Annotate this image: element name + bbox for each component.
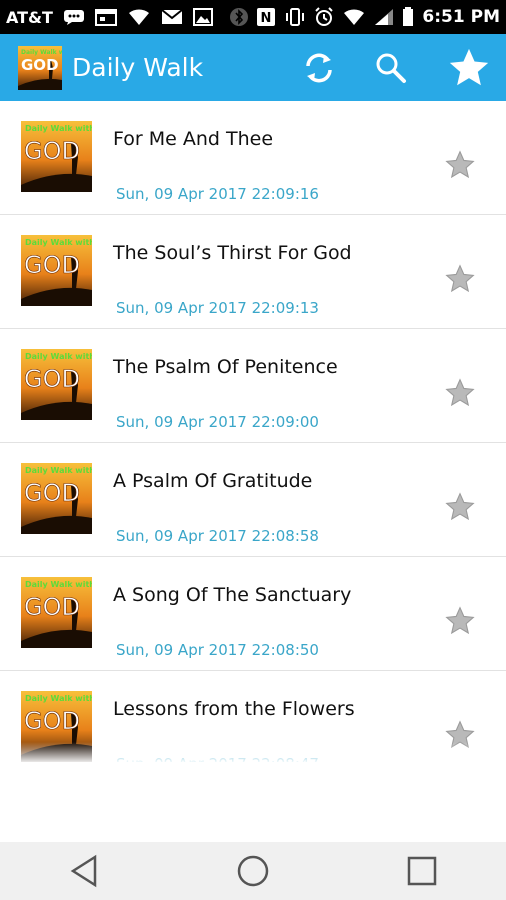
list-item[interactable]: Daily Walk with GOD The Soul’s Thirst Fo… (0, 215, 506, 329)
favorite-toggle[interactable] (444, 491, 476, 523)
refresh-button[interactable] (302, 51, 336, 85)
messages-icon (63, 9, 85, 25)
article-thumbnail: Daily Walk with GOD (21, 463, 92, 534)
app-bar: Daily Walk with GOD Daily Walk (0, 34, 506, 101)
search-button[interactable] (374, 51, 408, 85)
back-button[interactable] (54, 842, 114, 900)
list-item[interactable]: Daily Walk with GOD The Psalm Of Peniten… (0, 329, 506, 443)
star-icon (445, 264, 475, 293)
article-thumbnail: Daily Walk with GOD (21, 577, 92, 648)
svg-text:GOD: GOD (24, 707, 80, 735)
favorite-toggle[interactable] (444, 605, 476, 637)
recents-icon (407, 856, 436, 886)
carrier-label: AT&T (6, 7, 53, 27)
article-thumbnail: Daily Walk with GOD (21, 121, 92, 192)
vibrate-icon (284, 7, 306, 27)
favorite-toggle[interactable] (444, 377, 476, 409)
clock: 6:51 PM (422, 7, 500, 27)
svg-text:GOD: GOD (24, 593, 80, 621)
item-date: Sun, 09 Apr 2017 22:09:00 (116, 413, 319, 431)
wifi-icon (342, 8, 366, 26)
item-title: A Song Of The Sanctuary (113, 584, 352, 606)
svg-text:Daily Walk with: Daily Walk with (25, 580, 92, 589)
svg-text:Daily Walk with: Daily Walk with (25, 466, 92, 475)
bluetooth-icon (230, 7, 249, 27)
svg-text:Daily Walk with: Daily Walk with (25, 238, 92, 247)
svg-text:GOD: GOD (24, 137, 80, 165)
battery-icon (402, 7, 414, 27)
svg-text:Daily Walk with: Daily Walk with (25, 694, 92, 703)
article-list: Daily Walk with GOD For Me And Thee Sun,… (0, 101, 506, 762)
item-date: Sun, 09 Apr 2017 22:08:50 (116, 641, 319, 659)
navigation-bar (0, 842, 506, 900)
item-title: The Soul’s Thirst For God (113, 242, 352, 264)
favorite-toggle[interactable] (444, 149, 476, 181)
star-icon (445, 378, 475, 407)
signal-icon (374, 8, 394, 26)
svg-text:GOD: GOD (21, 56, 59, 74)
item-title: Lessons from the Flowers (113, 698, 355, 720)
item-title: A Psalm Of Gratitude (113, 470, 313, 492)
nfc-icon: N (256, 7, 276, 27)
item-date: Sun, 09 Apr 2017 22:09:16 (116, 185, 319, 203)
article-thumbnail: Daily Walk with GOD (21, 235, 92, 306)
list-item[interactable]: Daily Walk with GOD A Song Of The Sanctu… (0, 557, 506, 671)
search-icon (376, 53, 406, 83)
svg-text:GOD: GOD (24, 479, 80, 507)
recents-button[interactable] (392, 842, 452, 900)
app-logo: Daily Walk with GOD (18, 45, 62, 90)
app-title: Daily Walk (72, 53, 204, 82)
calendar-icon (94, 8, 117, 26)
star-icon (445, 606, 475, 635)
star-icon (445, 492, 475, 521)
refresh-icon (306, 53, 332, 82)
svg-text:Daily Walk with: Daily Walk with (25, 124, 92, 133)
home-button[interactable] (223, 842, 283, 900)
item-title: The Psalm Of Penitence (113, 356, 338, 378)
wifi-icon-left (127, 8, 151, 26)
home-icon (237, 855, 269, 887)
back-icon (70, 854, 97, 888)
star-icon (445, 150, 475, 179)
svg-text:Daily Walk with: Daily Walk with (21, 49, 62, 56)
list-fade (0, 742, 506, 764)
article-thumbnail: Daily Walk with GOD (21, 349, 92, 420)
gmail-icon (161, 9, 183, 25)
favorites-button[interactable] (446, 45, 492, 91)
alarm-icon (314, 7, 334, 27)
svg-text:Daily Walk with: Daily Walk with (25, 352, 92, 361)
item-date: Sun, 09 Apr 2017 22:08:58 (116, 527, 319, 545)
list-item[interactable]: Daily Walk with GOD A Psalm Of Gratitude… (0, 443, 506, 557)
image-icon (192, 8, 213, 26)
item-title: For Me And Thee (113, 128, 274, 150)
status-bar: AT&T N 6:51 PM (0, 0, 506, 34)
svg-text:GOD: GOD (24, 365, 80, 393)
svg-text:GOD: GOD (24, 251, 80, 279)
list-item[interactable]: Daily Walk with GOD For Me And Thee Sun,… (0, 101, 506, 215)
item-date: Sun, 09 Apr 2017 22:09:13 (116, 299, 319, 317)
svg-text:N: N (261, 11, 272, 26)
star-icon (449, 48, 489, 85)
favorite-toggle[interactable] (444, 263, 476, 295)
